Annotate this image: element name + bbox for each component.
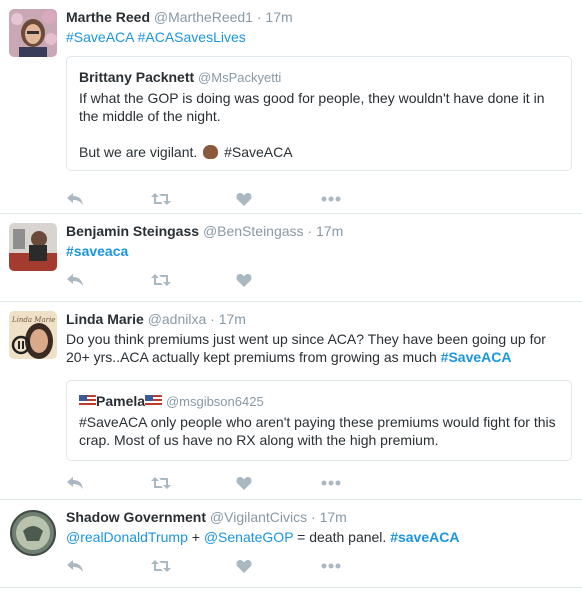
more-button[interactable] (321, 473, 406, 493)
reply-button[interactable] (66, 270, 151, 290)
tweet[interactable]: Linda Marie Linda Marie @adnilxa · 17m D… (0, 302, 582, 500)
reply-button[interactable] (66, 473, 151, 493)
avatar[interactable]: Linda Marie (9, 311, 57, 359)
retweet-icon (151, 560, 171, 572)
author-name[interactable]: Marthe Reed (66, 9, 150, 25)
retweet-button[interactable] (151, 270, 236, 290)
reply-button[interactable] (66, 189, 151, 209)
author-handle[interactable]: @BenSteingass (203, 223, 304, 239)
tweet-text: @realDonaldTrump + @SenateGOP = death pa… (66, 528, 572, 546)
timestamp[interactable]: 17m (219, 311, 246, 327)
quoted-tweet[interactable]: Brittany Packnett @MsPackyetti If what t… (66, 56, 572, 171)
separator: · (307, 223, 313, 239)
quoted-tweet[interactable]: Pamela @msgibson6425 #SaveACA only peopl… (66, 380, 572, 461)
plus-text: + (191, 529, 200, 545)
tweet[interactable]: Shadow Government @VigilantCivics · 17m … (0, 500, 582, 588)
mention-link[interactable]: @SenateGOP (204, 529, 293, 545)
tweet-text: #SaveACA #ACASavesLives (66, 28, 572, 46)
author-handle[interactable]: @adnilxa (148, 311, 207, 327)
hashtag-link[interactable]: #saveACA (390, 529, 459, 545)
separator: · (210, 311, 215, 327)
tweet[interactable]: Benjamin Steingass @BenSteingass · 17m #… (0, 214, 582, 302)
avatar[interactable] (9, 509, 57, 557)
more-button[interactable] (321, 189, 406, 209)
retweet-button[interactable] (151, 473, 236, 493)
hashtag-text: #SaveACA (224, 144, 293, 160)
reply-icon (67, 560, 83, 572)
timestamp[interactable]: 17m (316, 223, 343, 239)
quoted-author-name: Pamela (96, 393, 146, 409)
quoted-text: If what the GOP is doing was good for pe… (79, 90, 545, 124)
like-icon (236, 559, 252, 573)
quoted-author-name: Brittany Packnett (79, 69, 195, 85)
like-button[interactable] (236, 270, 321, 290)
author-handle[interactable]: @VigilantCivics (210, 509, 307, 525)
author-handle[interactable]: @MartheReed1 (154, 9, 253, 25)
timestamp[interactable]: 17m (320, 509, 347, 525)
more-button[interactable] (321, 556, 406, 576)
like-icon (236, 476, 252, 490)
like-icon (236, 192, 252, 206)
tweet-text: #saveaca (66, 242, 572, 260)
quoted-author-handle: @MsPackyetti (198, 70, 282, 85)
like-icon (236, 273, 252, 287)
tweet-body: = death panel. (297, 529, 387, 545)
tweet[interactable]: Marthe Reed @MartheReed1 · 17m #SaveACA … (0, 0, 582, 214)
tweet-actions (66, 260, 572, 300)
retweet-icon (151, 193, 171, 205)
like-button[interactable] (236, 473, 321, 493)
more-icon (321, 563, 341, 569)
reply-icon (67, 274, 83, 286)
us-flag-icon (145, 395, 163, 407)
author-name[interactable]: Linda Marie (66, 311, 144, 327)
separator: · (311, 509, 316, 525)
mention-link[interactable]: @realDonaldTrump (66, 529, 188, 545)
retweet-button[interactable] (151, 189, 236, 209)
hashtag-link[interactable]: #SaveACA (441, 349, 512, 365)
quoted-text: But we are vigilant. (79, 144, 198, 160)
like-button[interactable] (236, 556, 321, 576)
like-button[interactable] (236, 189, 321, 209)
hashtag-link[interactable]: #ACASavesLives (138, 29, 246, 45)
more-icon (321, 196, 341, 202)
tweet-actions (66, 463, 572, 503)
raised-fist-icon (203, 145, 219, 159)
us-flag-icon (79, 395, 96, 407)
author-name[interactable]: Benjamin Steingass (66, 223, 199, 239)
author-name[interactable]: Shadow Government (66, 509, 206, 525)
tweet-actions (66, 546, 572, 586)
avatar[interactable] (9, 9, 57, 57)
retweet-button[interactable] (151, 556, 236, 576)
retweet-icon (151, 477, 171, 489)
hashtag-link[interactable]: #SaveACA (66, 29, 134, 45)
reply-icon (67, 193, 83, 205)
tweet-actions (66, 179, 572, 219)
timestamp[interactable]: 17m (265, 9, 292, 25)
reply-icon (67, 477, 83, 489)
quoted-text: #SaveACA only people who aren't paying t… (79, 414, 556, 448)
more-icon (321, 480, 341, 486)
quoted-author-handle: @msgibson6425 (165, 394, 264, 409)
avatar-text: Linda Marie (11, 316, 55, 324)
hashtag-link[interactable]: #saveaca (66, 243, 128, 259)
avatar[interactable] (9, 223, 57, 271)
tweet-text: Do you think premiums just went up since… (66, 330, 572, 366)
reply-button[interactable] (66, 556, 151, 576)
separator: · (256, 9, 262, 25)
retweet-icon (151, 274, 171, 286)
